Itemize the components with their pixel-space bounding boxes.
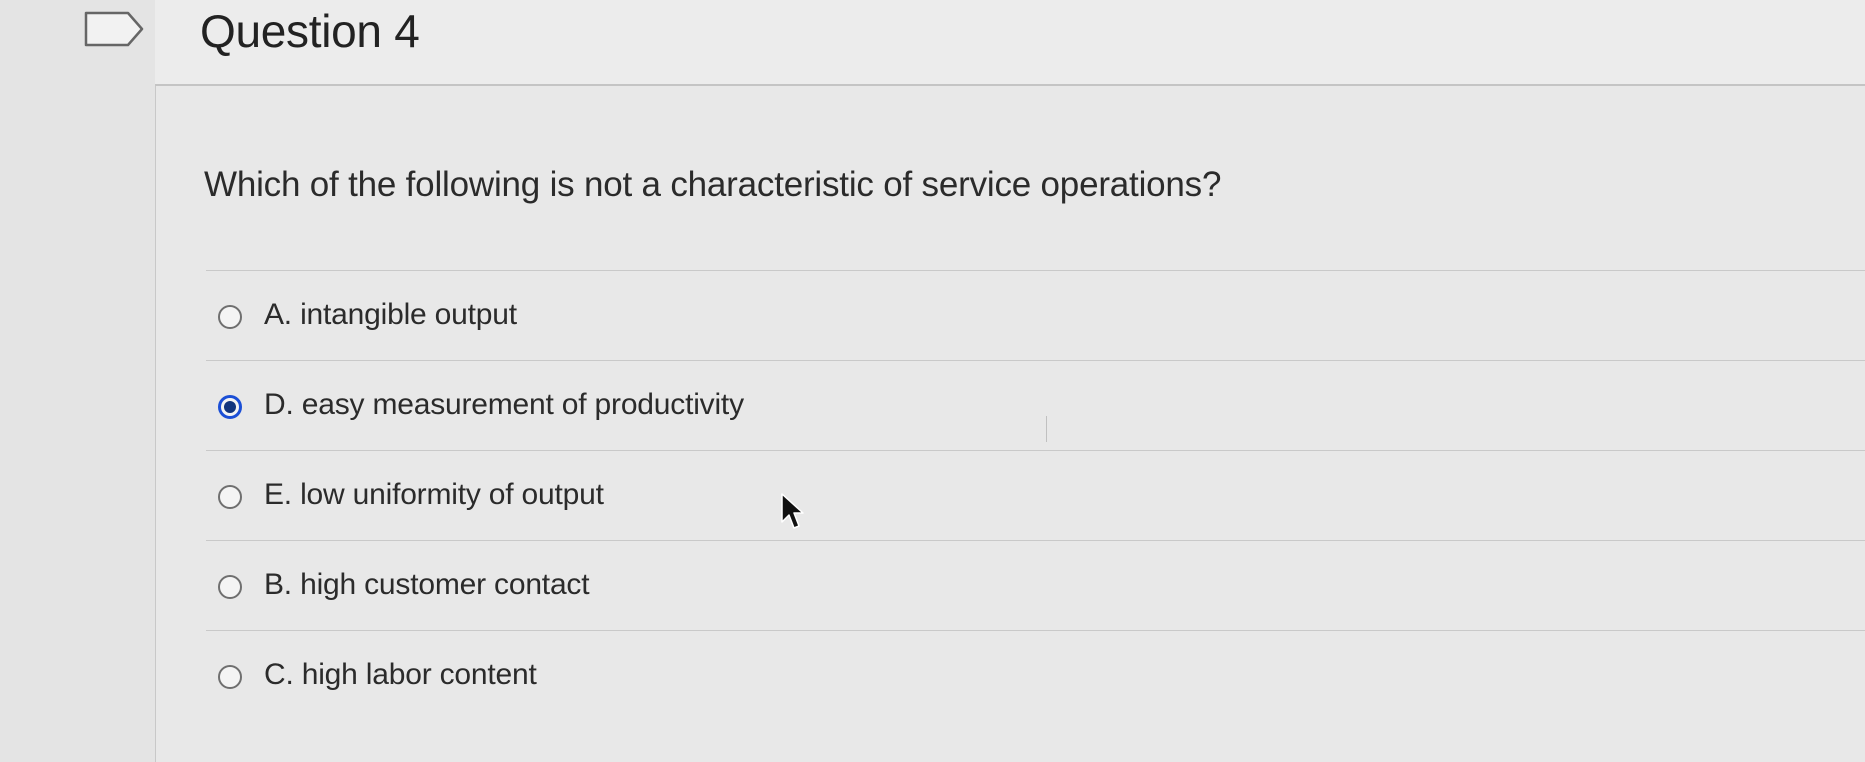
answer-label: C. high labor content (264, 658, 537, 691)
radio-button[interactable] (218, 485, 242, 509)
question-title: Question 4 (200, 5, 420, 57)
radio-button[interactable] (218, 305, 242, 329)
left-rail (0, 0, 156, 762)
radio-button[interactable] (218, 575, 242, 599)
radio-button-selected[interactable] (218, 395, 242, 419)
question-body: Which of the following is not a characte… (156, 86, 1865, 762)
radio-button[interactable] (218, 665, 242, 689)
answer-option-e[interactable]: E. low uniformity of output (206, 451, 1865, 541)
answer-list: A. intangible output D. easy measurement… (206, 271, 1865, 720)
answer-label: B. high customer contact (264, 568, 590, 601)
answer-option-d[interactable]: D. easy measurement of productivity (206, 361, 1865, 451)
mouse-pointer-icon (781, 493, 804, 529)
answer-label: A. intangible output (264, 298, 517, 331)
answer-label: E. low uniformity of output (264, 478, 604, 511)
question-header: Question 4 (155, 0, 1865, 86)
answer-option-a[interactable]: A. intangible output (206, 271, 1865, 361)
question-text: Which of the following is not a characte… (204, 165, 1222, 204)
flag-question-icon[interactable] (84, 10, 148, 48)
answer-label: D. easy measurement of productivity (264, 388, 744, 421)
answer-option-c[interactable]: C. high labor content (206, 631, 1865, 720)
answer-option-b[interactable]: B. high customer contact (206, 541, 1865, 631)
